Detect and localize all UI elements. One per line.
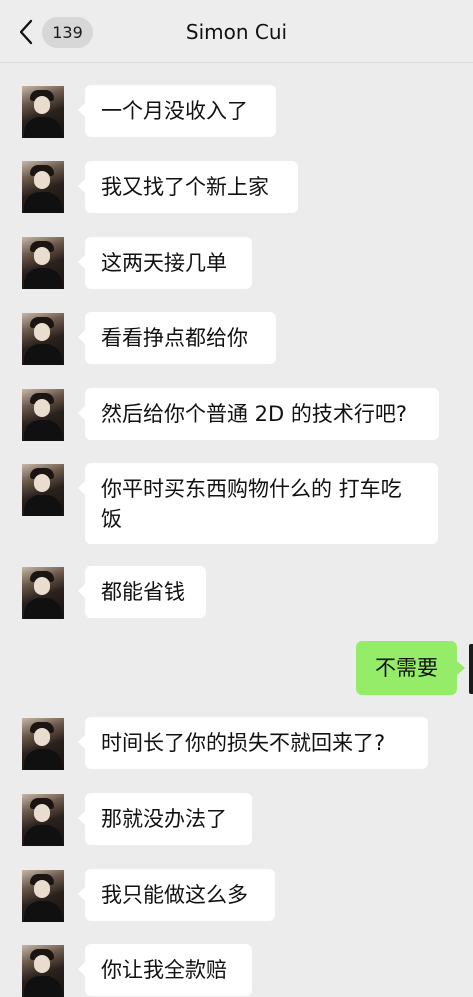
contact-avatar[interactable] — [22, 794, 64, 846]
received-message-bubble[interactable]: 你让我全款赔 — [78, 944, 252, 996]
contact-avatar[interactable] — [22, 161, 64, 213]
received-message-bubble[interactable]: 时间长了你的损失不就回来了? — [78, 717, 428, 769]
contact-avatar[interactable] — [22, 464, 64, 516]
contact-avatar[interactable] — [22, 718, 64, 770]
contact-avatar[interactable] — [22, 389, 64, 441]
received-message-bubble[interactable]: 然后给你个普通 2D 的技术行吧? — [78, 388, 439, 440]
received-message-bubble[interactable]: 看看挣点都给你 — [78, 312, 276, 364]
received-message-bubble[interactable]: 那就没办法了 — [78, 793, 252, 845]
contact-avatar[interactable] — [22, 313, 64, 365]
received-message-bubble[interactable]: 一个月没收入了 — [78, 85, 276, 137]
received-message-bubble[interactable]: 这两天接几单 — [78, 237, 252, 289]
received-message-bubble[interactable]: 我又找了个新上家 — [78, 161, 298, 213]
chat-title: Simon Cui — [185, 20, 288, 44]
contact-avatar[interactable] — [22, 237, 64, 289]
my-avatar[interactable] — [469, 644, 473, 694]
contact-avatar[interactable] — [22, 567, 64, 619]
contact-avatar[interactable] — [22, 870, 64, 922]
chat-header: 139 Simon Cui — [0, 0, 473, 63]
sent-message-bubble[interactable]: 不需要 — [356, 641, 465, 695]
received-message-bubble[interactable]: 你平时买东西购物什么的 打车吃饭 — [78, 463, 438, 544]
received-message-bubble[interactable]: 都能省钱 — [78, 566, 206, 618]
received-message-bubble[interactable]: 我只能做这么多 — [78, 869, 275, 921]
contact-avatar[interactable] — [22, 945, 64, 997]
contact-avatar[interactable] — [22, 86, 64, 138]
